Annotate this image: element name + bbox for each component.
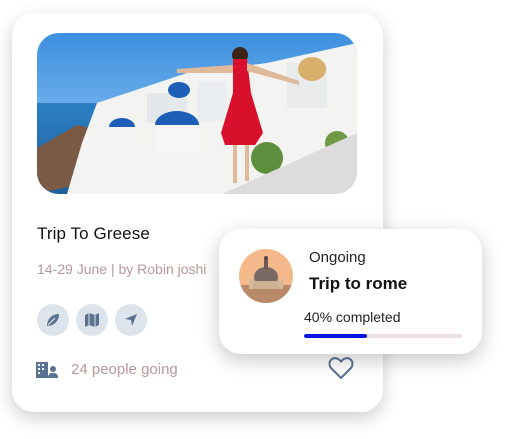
progress-bar [304,334,462,338]
people-going-count: 24 people going [71,361,178,378]
trip-status: Ongoing [309,249,366,266]
trip-cover-image [37,33,357,194]
progress-label: 40% completed [304,309,401,325]
heart-icon[interactable] [328,356,354,380]
trip-avatar-image [239,249,293,303]
navigation-icon[interactable] [115,304,147,336]
popup-trip-title: Trip to rome [309,274,408,293]
ongoing-trip-popup[interactable]: Ongoing Trip to rome 40% completed [219,229,482,354]
leaf-icon[interactable] [37,304,69,336]
progress-fill [304,334,368,338]
trip-title: Trip To Greese [37,224,150,243]
map-icon[interactable] [76,304,108,336]
buildings-people-icon [36,360,58,378]
trip-date-author: 14-29 June | by Robin joshi [37,261,207,277]
